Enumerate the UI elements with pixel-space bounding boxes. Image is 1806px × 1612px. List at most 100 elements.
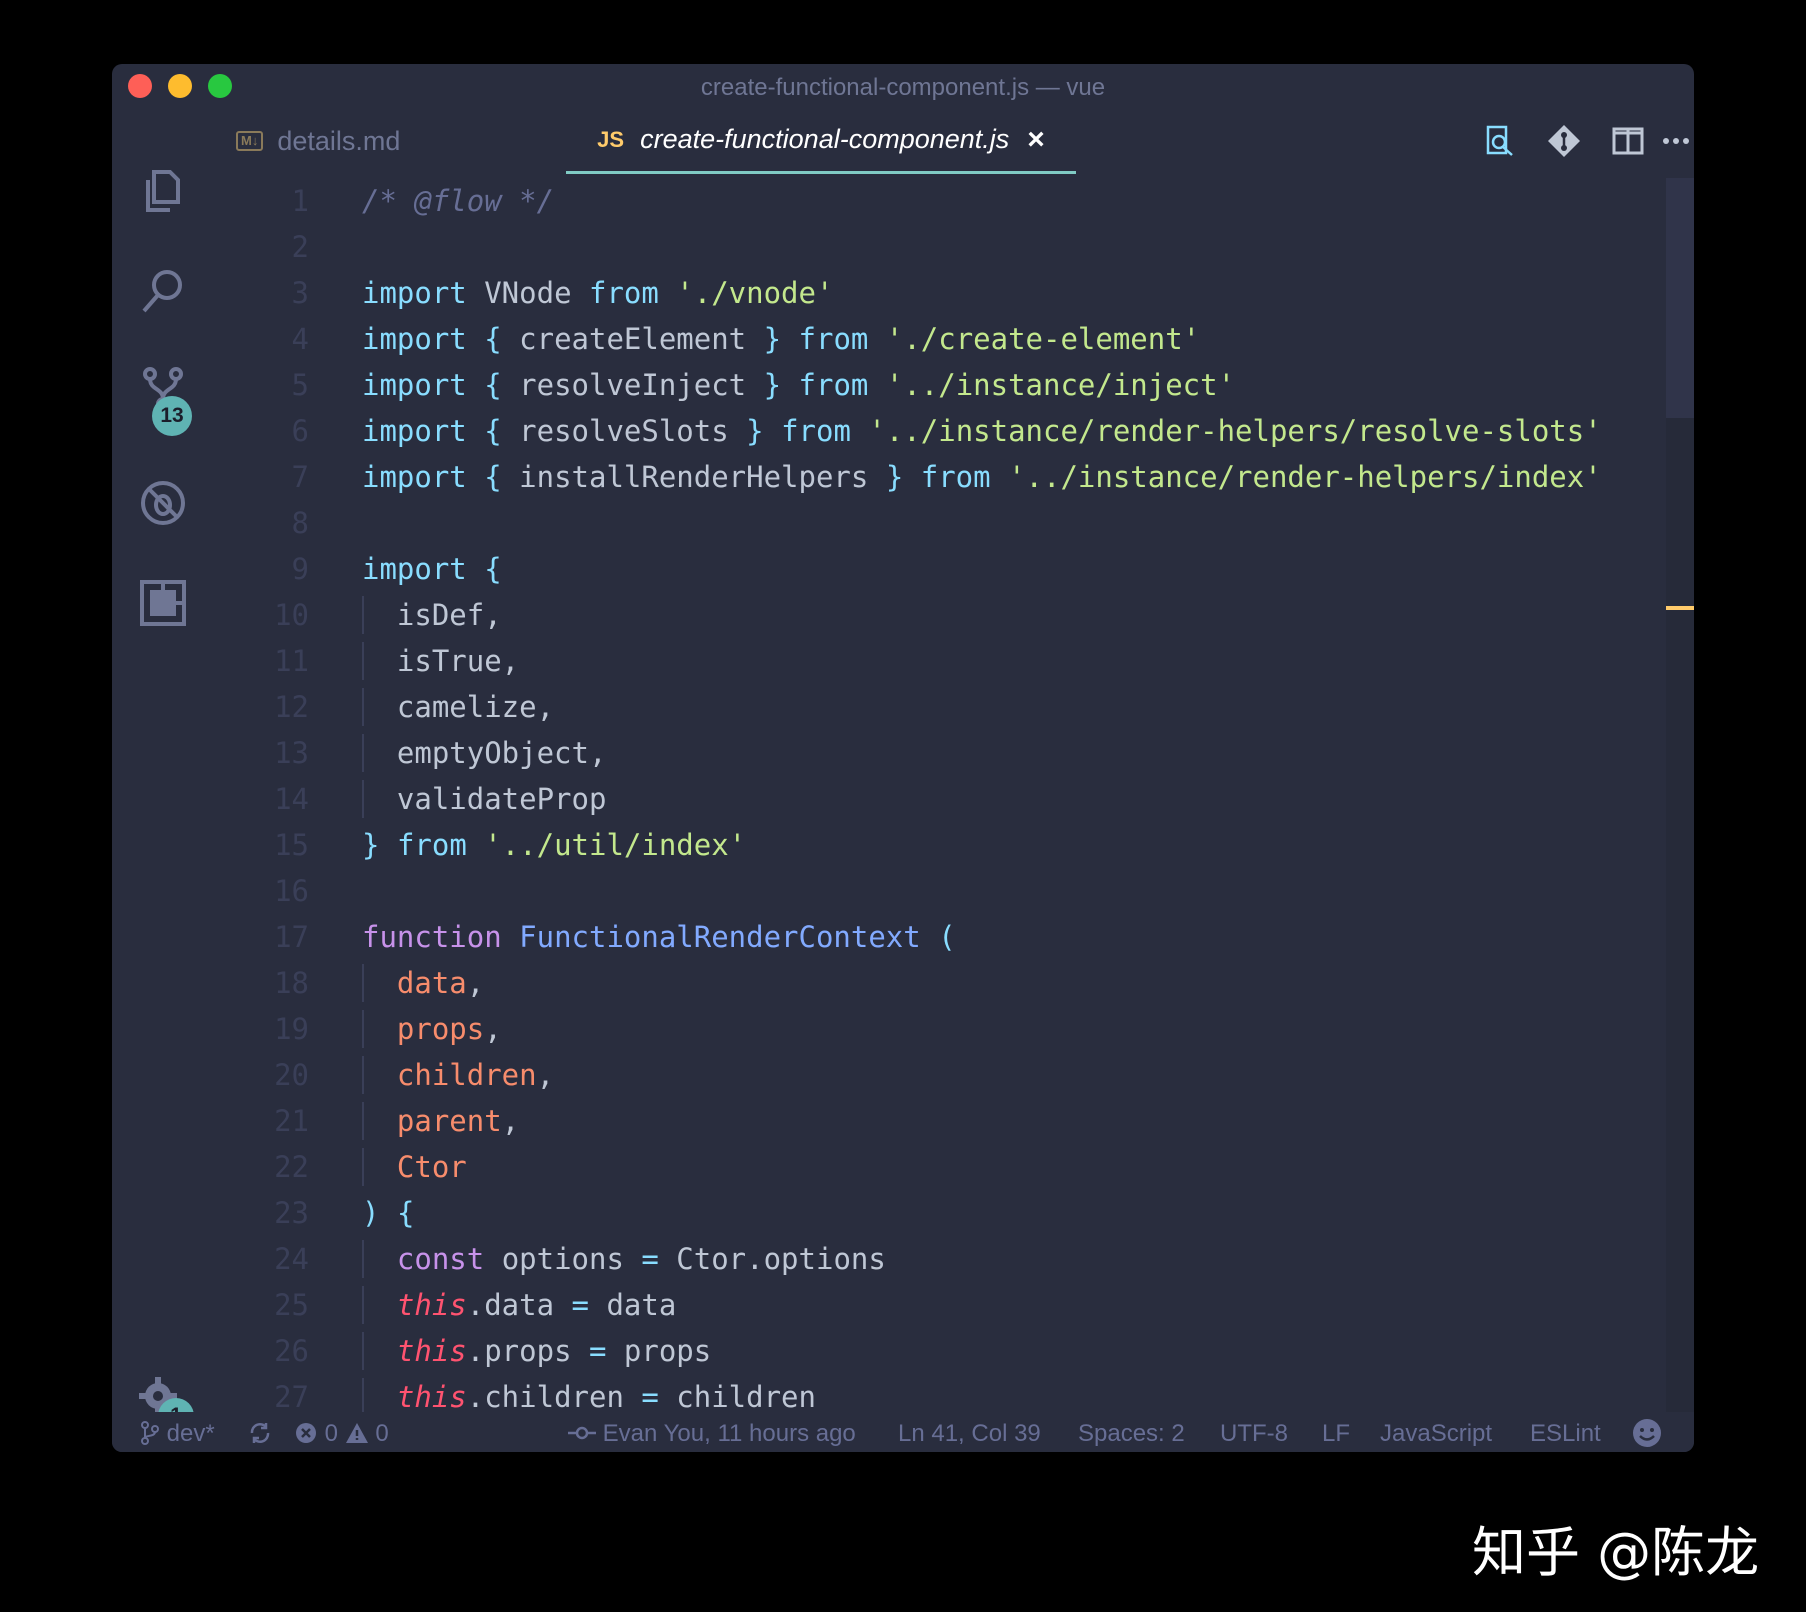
code-line[interactable]: 15} from '../util/index' [212, 822, 1667, 868]
code-token: './create-element' [885, 322, 1201, 356]
line-number: 15 [274, 828, 309, 862]
code-token: ) [362, 1196, 380, 1230]
code-editor[interactable]: 1/* @flow */2 3 import VNode from './vnode… [212, 178, 1667, 1412]
code-token: FunctionalRenderContext [519, 920, 921, 954]
code-line[interactable]: 18 data, [212, 960, 1667, 1006]
error-count: 0 [324, 1420, 339, 1447]
eslint-status[interactable]: ESLint [1530, 1420, 1601, 1448]
code-token: = [641, 1242, 659, 1276]
code-token: resolveInject [501, 368, 764, 402]
code-line[interactable]: 2 [212, 224, 1667, 270]
branch-status[interactable]: dev* [140, 1420, 215, 1448]
code-line[interactable]: 19 props, [212, 1006, 1667, 1052]
cursor-position[interactable]: Ln 41, Col 39 [898, 1420, 1041, 1448]
line-code: import VNode from './vnode' [362, 270, 833, 316]
code-line[interactable]: 13 emptyObject, [212, 730, 1667, 776]
code-line[interactable]: 25 this.data = data [212, 1282, 1667, 1328]
tab-create-functional-component-js[interactable]: JS create-functional-component.js × [566, 108, 1076, 174]
code-line[interactable]: 9 import { [212, 546, 1667, 592]
line-number: 27 [274, 1380, 309, 1412]
debug-icon[interactable] [136, 476, 190, 530]
code-token: resolveSlots [501, 414, 747, 448]
feedback-smiley-icon[interactable] [1632, 1418, 1662, 1451]
code-token: , [536, 1058, 555, 1092]
error-icon [296, 1423, 316, 1443]
line-number: 13 [274, 736, 309, 770]
code-line[interactable]: 1 /* @flow */ [212, 178, 1667, 224]
language-mode[interactable]: JavaScript [1380, 1420, 1492, 1448]
code-token: validateProp [362, 782, 607, 816]
tab-label: create-functional-component.js [640, 124, 1010, 154]
end-of-line[interactable]: LF [1322, 1420, 1350, 1448]
code-token: emptyObject, [362, 736, 607, 770]
warning-icon [345, 1423, 368, 1443]
code-line[interactable]: 26 this.props = props [212, 1328, 1667, 1374]
code-token: from [781, 414, 851, 448]
problems-status[interactable]: 0 0 [294, 1420, 389, 1448]
watermark: 知乎 @陈龙 [1472, 1521, 1760, 1584]
code-line[interactable]: 16 [212, 868, 1667, 914]
code-token: data [589, 1288, 677, 1322]
code-token: = [588, 1334, 607, 1368]
code-line[interactable]: 6 import { resolveSlots } from '../instan… [212, 408, 1667, 454]
search-icon[interactable] [136, 264, 190, 318]
git-compare-icon[interactable] [1546, 123, 1582, 159]
code-line[interactable]: 10 isDef, [212, 592, 1667, 638]
code-token: createElement [501, 322, 764, 356]
code-line[interactable]: 7 import { installRenderHelpers } from '.… [212, 454, 1667, 500]
code-line[interactable]: 11 isTrue, [212, 638, 1667, 684]
files-icon[interactable] [136, 164, 190, 218]
line-number: 1 [291, 184, 309, 218]
close-icon[interactable]: × [1027, 123, 1045, 157]
line-code: function FunctionalRenderContext ( [362, 914, 956, 960]
code-token: from [798, 368, 869, 402]
line-code: import { createElement } from './create-… [362, 316, 1200, 362]
code-token: this [396, 1334, 467, 1368]
commit-icon [568, 1426, 596, 1440]
code-line[interactable]: 17 function FunctionalRenderContext ( [212, 914, 1667, 960]
split-editor-icon[interactable] [1610, 123, 1646, 159]
git-blame[interactable]: Evan You, 11 hours ago [568, 1420, 856, 1448]
code-line[interactable]: 23) { [212, 1190, 1667, 1236]
code-line[interactable]: 21 parent, [212, 1098, 1667, 1144]
code-line[interactable]: 3 import VNode from './vnode' [212, 270, 1667, 316]
code-line[interactable]: 20 children, [212, 1052, 1667, 1098]
line-code: Ctor [362, 1144, 467, 1190]
vertical-scrollbar[interactable] [1666, 178, 1694, 1412]
line-number: 16 [274, 874, 309, 908]
tab-details-md[interactable]: M↓ details.md [236, 108, 400, 174]
code-line[interactable]: 5 import { resolveInject } from '../insta… [212, 362, 1667, 408]
code-line[interactable]: 12 camelize, [212, 684, 1667, 730]
more-actions-icon[interactable] [1658, 123, 1694, 159]
code-line[interactable]: 24 const options = Ctor.options [212, 1236, 1667, 1282]
extensions-icon[interactable] [136, 576, 190, 630]
open-preview-icon[interactable] [1482, 123, 1518, 159]
branch-name: dev* [166, 1420, 215, 1447]
code-line[interactable]: 4 import { createElement } from './create… [212, 316, 1667, 362]
code-line[interactable]: 8 [212, 500, 1667, 546]
code-line[interactable]: 27 this.children = children [212, 1374, 1667, 1412]
line-code: this.children = children [362, 1374, 816, 1412]
code-token: import [362, 368, 467, 402]
scrollbar-thumb[interactable] [1666, 178, 1694, 418]
code-token: { [484, 414, 502, 448]
encoding[interactable]: UTF-8 [1220, 1420, 1288, 1448]
sync-icon[interactable] [248, 1420, 272, 1448]
line-code: import { [362, 546, 502, 592]
code-line[interactable]: 14 validateProp [212, 776, 1667, 822]
source-control-badge: 13 [152, 396, 192, 436]
line-code: this.data = data [362, 1282, 676, 1328]
code-token: } [763, 368, 782, 402]
indentation[interactable]: Spaces: 2 [1078, 1420, 1185, 1448]
scrollbar-marker [1666, 606, 1694, 610]
code-line[interactable]: 22 Ctor [212, 1144, 1667, 1190]
line-code: import { resolveSlots } from '../instanc… [362, 408, 1602, 454]
code-token: .data [466, 1288, 572, 1322]
